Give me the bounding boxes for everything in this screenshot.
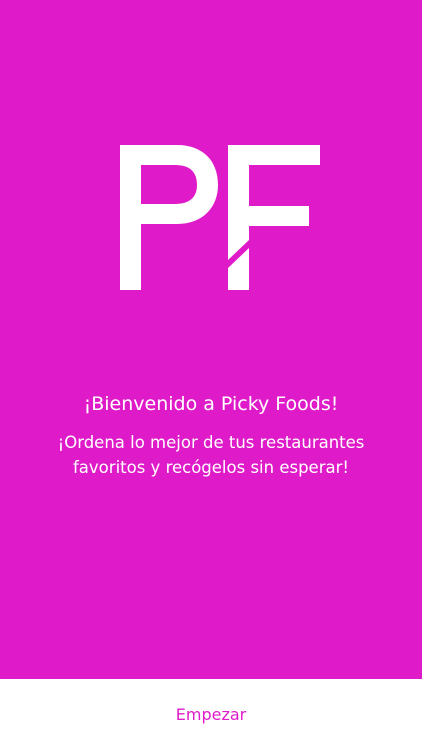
start-button[interactable]: Empezar bbox=[161, 701, 261, 729]
footer-bar: Empezar bbox=[0, 679, 422, 750]
welcome-screen: ¡Bienvenido a Picky Foods! ¡Ordena lo me… bbox=[0, 0, 422, 750]
picky-foods-logo-icon bbox=[120, 145, 320, 290]
welcome-title: ¡Bienvenido a Picky Foods! bbox=[83, 393, 339, 415]
welcome-subtitle-line-1: ¡Ordena lo mejor de tus restaurantes bbox=[57, 433, 365, 452]
brand-background: ¡Bienvenido a Picky Foods! ¡Ordena lo me… bbox=[0, 0, 422, 679]
welcome-subtitle-line-2: favoritos y recógelos sin esperar! bbox=[73, 458, 349, 477]
welcome-subtitle: ¡Ordena lo mejor de tus restaurantes fav… bbox=[0, 430, 422, 480]
